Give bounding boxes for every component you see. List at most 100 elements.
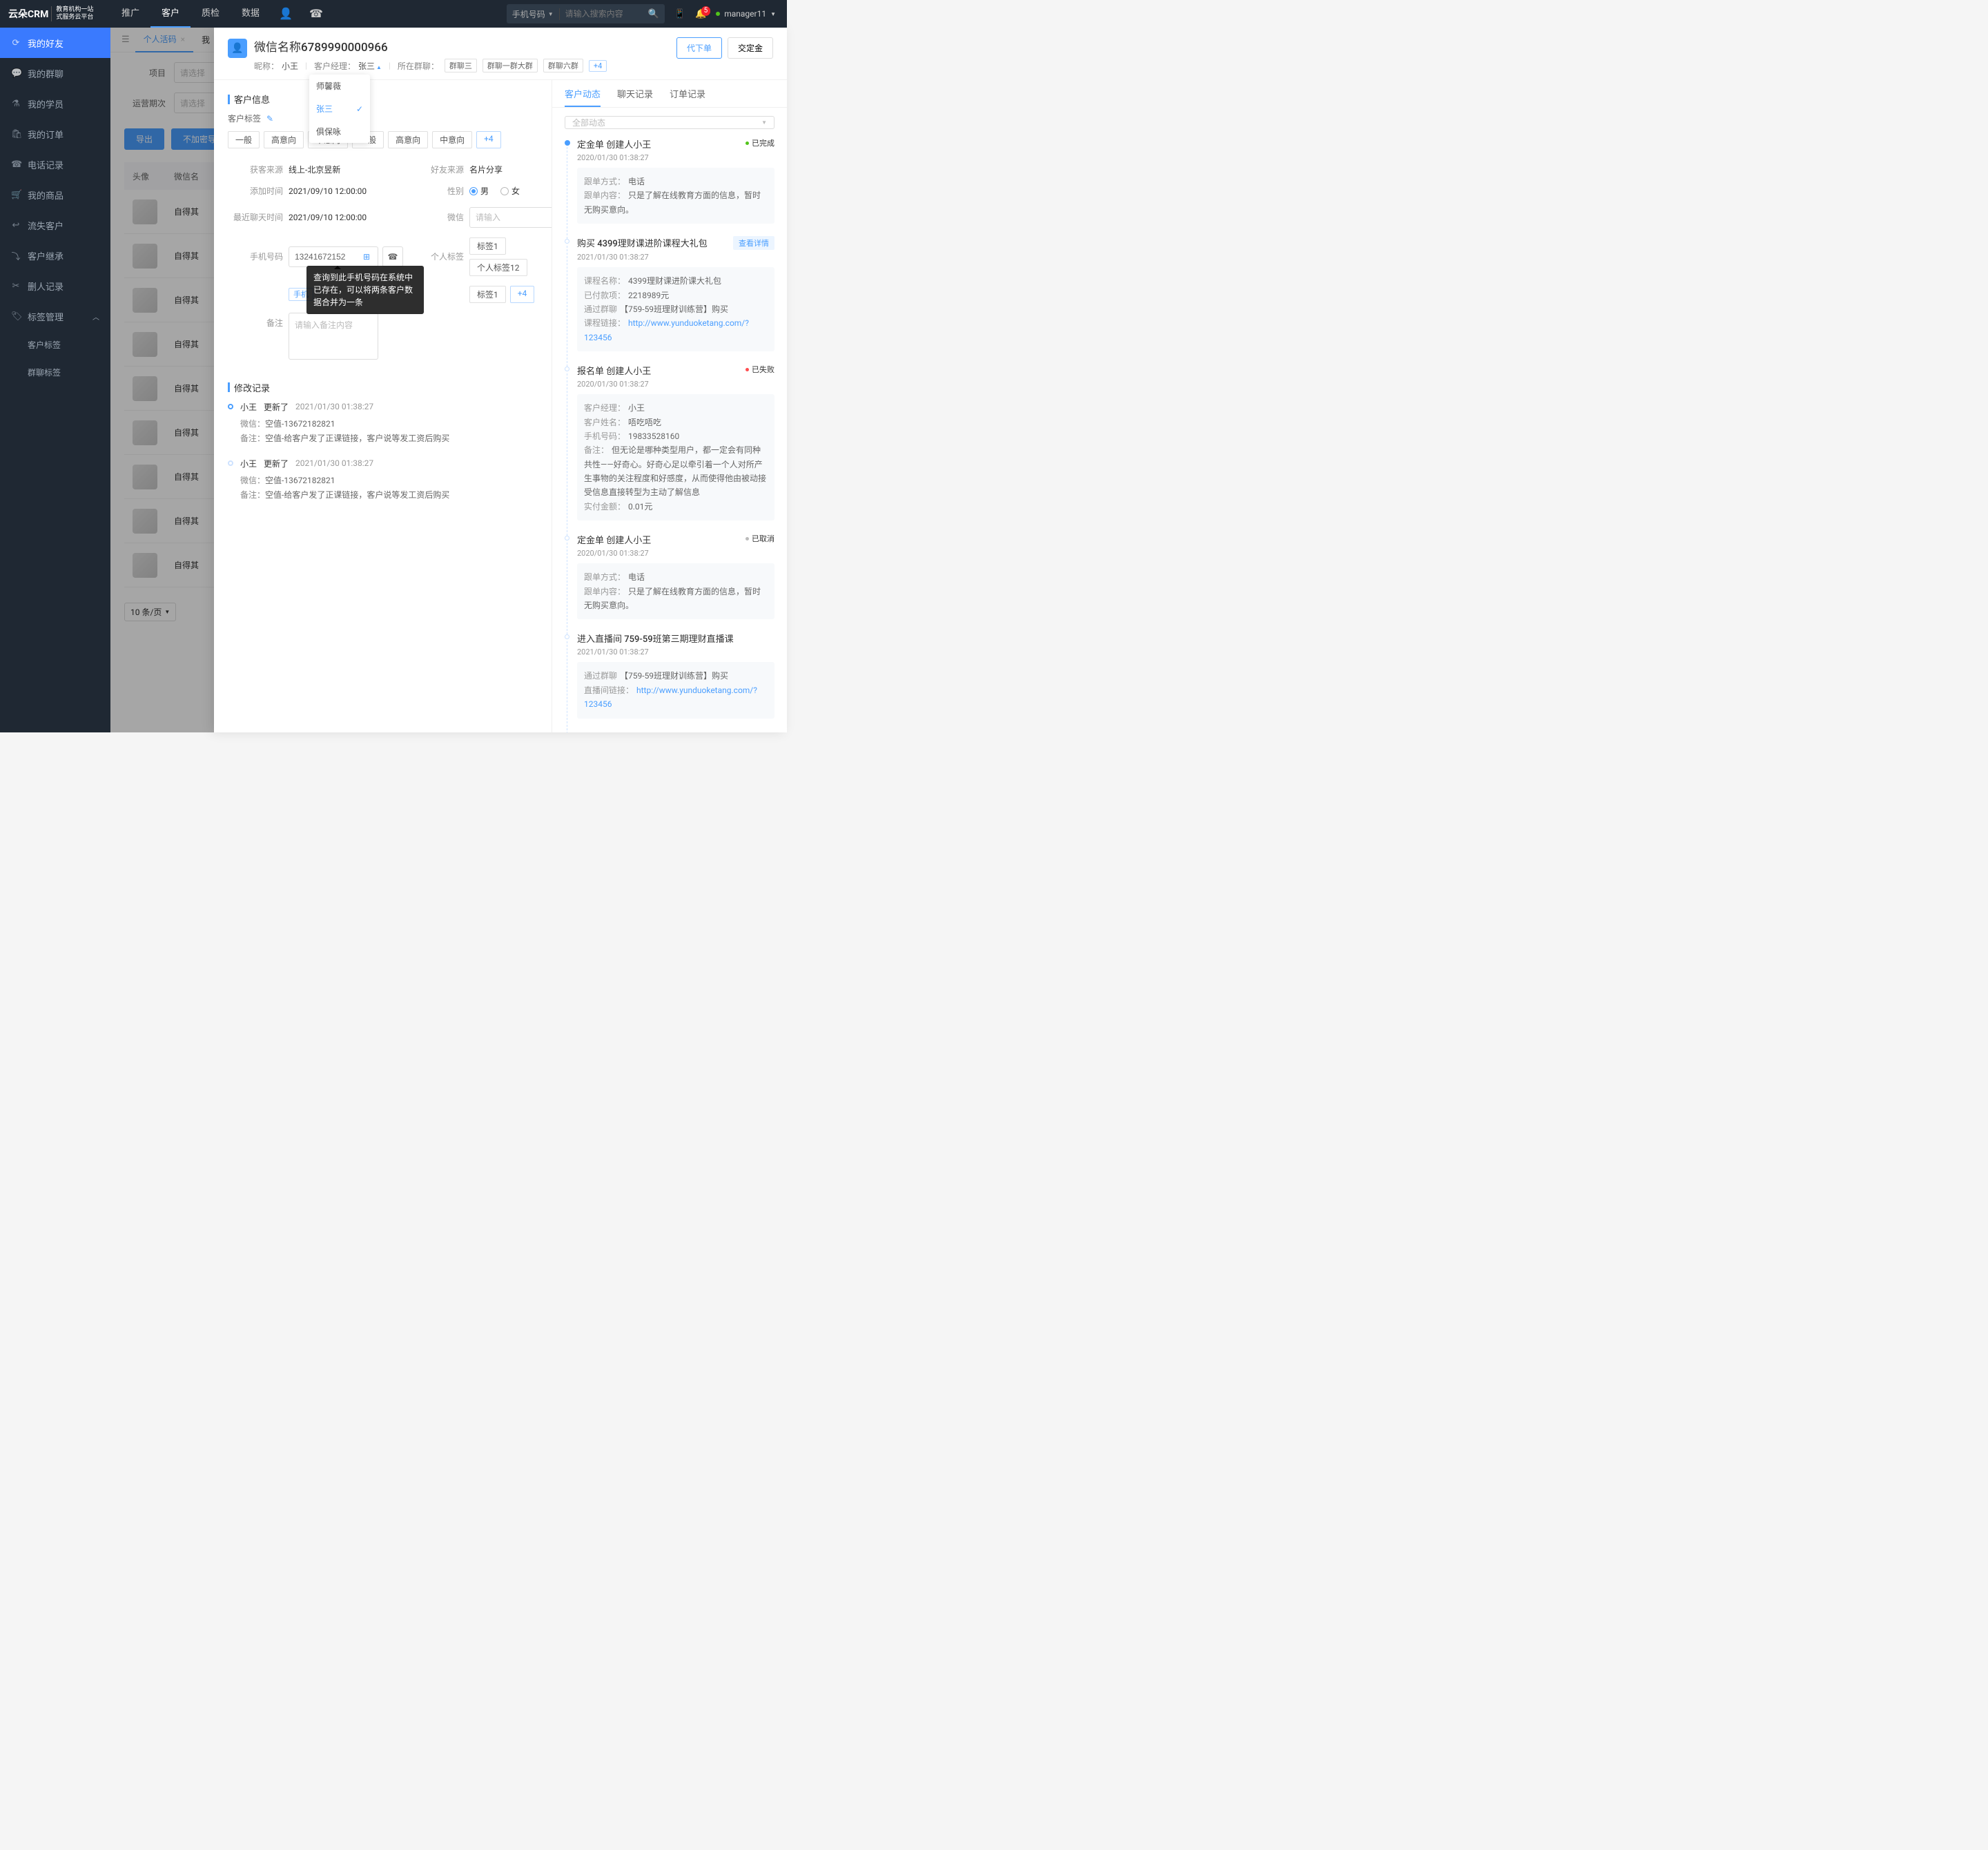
caret-up-icon: ▲ [376, 64, 382, 70]
panel-title: 微信名称6789990000966 [254, 37, 676, 55]
tl-card: 通过群聊【759-59班理财训练营】购买直播间链接：http://www.yun… [577, 662, 774, 718]
gender-male[interactable]: 男 [469, 185, 489, 197]
add-label: 添加时间 [228, 185, 283, 197]
user-menu[interactable]: manager11 ▼ [716, 9, 776, 19]
ptag-more[interactable]: +4 [510, 286, 535, 303]
proxy-order-button[interactable]: 代下单 [676, 37, 722, 59]
tl-title: 定金单 创建人小王 [577, 137, 651, 150]
timeline-item: 报名单 创建人小王已失败2020/01/30 01:38:27客户经理：小王客户… [565, 364, 774, 533]
wx-input[interactable] [469, 207, 552, 228]
remark-input[interactable] [289, 313, 378, 360]
nav-phone-icon[interactable]: ☎ [301, 0, 331, 28]
customer-tag-label: 客户标签 [228, 113, 261, 124]
tag[interactable]: 高意向 [264, 131, 304, 148]
tl-date: 2020/01/30 01:38:27 [577, 549, 774, 558]
phone-lookup-icon[interactable]: ⊞ [363, 252, 370, 262]
timeline-dot [565, 140, 570, 146]
timeline-dot [565, 634, 569, 639]
timeline-item: 加入群聊 759-59班理财训练营2021/01/30 01:38:27入群方式… [565, 731, 774, 732]
top-nav: 云朵CRM 教育机构一站式服务云平台 推广 客户 质检 数据 👤 ☎ 手机号码 … [0, 0, 787, 28]
tl-detail-link[interactable]: 查看详情 [733, 236, 774, 250]
panel-meta: 昵称：小王 | 客户经理：张三▲ | 所在群聊： 群聊三 群聊一群大群 群聊六群… [254, 59, 676, 72]
tag-more[interactable]: +4 [476, 131, 501, 148]
mod-action: 更新了 [264, 458, 289, 469]
gender-female[interactable]: 女 [500, 185, 520, 197]
activity-filter[interactable]: 全部动态▼ [565, 116, 774, 129]
rtab-orders[interactable]: 订单记录 [670, 87, 705, 107]
ptag-label: 个人标签 [409, 251, 464, 262]
timeline-item: 进入直播间 759-59班第三期理财直播课 2021/01/30 01:38:27… [565, 632, 774, 730]
search-type-select[interactable]: 手机号码 ▼ [507, 8, 560, 20]
mod-name: 小王 [240, 458, 257, 469]
sidebar-group-tags[interactable]: 群聊标签 [0, 359, 110, 387]
timeline-dot [565, 239, 569, 244]
phone-tooltip: 查询到此手机号码在系统中已存在，可以将两条客户数据合并为一条 [306, 266, 424, 314]
rtab-activity[interactable]: 客户动态 [565, 87, 601, 107]
status-dot [716, 12, 720, 16]
group-chip[interactable]: 群聊三 [445, 59, 477, 72]
scissors-icon: ✂ [11, 281, 21, 291]
tl-date: 2021/01/30 01:38:27 [577, 648, 774, 656]
dd-option[interactable]: 师馨薇 [309, 80, 370, 97]
ptag[interactable]: 标签1 [469, 237, 506, 255]
tag[interactable]: 中意向 [432, 131, 472, 148]
bag-icon: 🛍 [11, 129, 21, 139]
tl-title: 加入群聊 759-59班理财训练营 [577, 731, 698, 732]
phone-label: 手机号码 [228, 251, 283, 262]
return-icon: ↩ [11, 220, 21, 231]
phone-icon: ☎ [11, 159, 21, 170]
wx-label: 微信 [409, 211, 464, 223]
sidebar-customer-tags[interactable]: 客户标签 [0, 331, 110, 359]
dd-option[interactable]: 俱保咏 [309, 120, 370, 143]
sidebar-tag-manage[interactable]: 🏷标签管理︿ [0, 301, 110, 331]
sidebar-lost-customers[interactable]: ↩流失客户 [0, 210, 110, 240]
search-icon[interactable]: 🔍 [643, 9, 665, 19]
customer-tags: 一般 高意向 中意向 一般 高意向 中意向 +4 [228, 131, 538, 148]
sidebar-call-log[interactable]: ☎电话记录 [0, 149, 110, 179]
phone-call-icon[interactable]: ☎ [382, 246, 403, 267]
nav-customer[interactable]: 客户 [150, 0, 191, 28]
edit-icon[interactable]: ✎ [266, 114, 273, 124]
group-chip[interactable]: 群聊六群 [543, 59, 583, 72]
manager-select[interactable]: 张三▲ [358, 60, 382, 72]
cart-icon: 🛒 [11, 190, 21, 200]
deposit-button[interactable]: 交定金 [728, 37, 773, 59]
ptag[interactable]: 个人标签12 [469, 259, 527, 276]
refresh-icon: ⟳ [11, 38, 21, 48]
mod-name: 小王 [240, 401, 257, 413]
timeline-dot [565, 367, 569, 371]
tag[interactable]: 高意向 [388, 131, 428, 148]
customer-icon: 👤 [228, 39, 247, 58]
activity-timeline: 定金单 创建人小王已完成2020/01/30 01:38:27跟单方式：电话跟单… [552, 137, 787, 732]
sidebar-inherit[interactable]: ⤵客户继承 [0, 240, 110, 271]
gender-value: 男 女 [469, 185, 552, 197]
mobile-icon[interactable]: 📱 [674, 9, 685, 19]
tl-date: 2021/01/30 01:38:27 [577, 253, 774, 262]
tl-card: 客户经理：小王客户姓名：唔吃唔吃手机号码：19833528160备注：但无论是哪… [577, 394, 774, 520]
sidebar-delete-log[interactable]: ✂删人记录 [0, 271, 110, 301]
nav-promo[interactable]: 推广 [110, 0, 150, 28]
sidebar-my-groups[interactable]: 💬我的群聊 [0, 58, 110, 88]
ptag[interactable]: 标签1 [469, 286, 506, 303]
sidebar-my-students[interactable]: ⚗我的学员 [0, 88, 110, 119]
tag[interactable]: 一般 [228, 131, 260, 148]
last-value: 2021/09/10 12:00:00 [289, 213, 403, 222]
nav-data[interactable]: 数据 [231, 0, 271, 28]
bell-icon[interactable]: 🔔5 [695, 9, 706, 19]
search-input[interactable] [560, 9, 643, 19]
nav-qc[interactable]: 质检 [191, 0, 231, 28]
last-label: 最近聊天时间 [228, 211, 283, 223]
src-value: 线上-北京昱新 [289, 164, 403, 175]
nav-user-icon[interactable]: 👤 [271, 0, 301, 28]
sidebar-my-products[interactable]: 🛒我的商品 [0, 179, 110, 210]
dd-option-selected[interactable]: 张三✓ [309, 97, 370, 120]
chat-icon: 💬 [11, 68, 21, 79]
check-icon: ✓ [356, 104, 363, 114]
group-more[interactable]: +4 [589, 60, 607, 72]
sidebar-my-friends[interactable]: ⟳我的好友 [0, 28, 110, 58]
tl-title: 进入直播间 759-59班第三期理财直播课 [577, 632, 734, 645]
sidebar-my-orders[interactable]: 🛍我的订单 [0, 119, 110, 149]
tl-card: 跟单方式：电话跟单内容：只是了解在线教育方面的信息，暂时无购买意向。 [577, 168, 774, 224]
group-chip[interactable]: 群聊一群大群 [483, 59, 538, 72]
rtab-chat[interactable]: 聊天记录 [617, 87, 653, 107]
